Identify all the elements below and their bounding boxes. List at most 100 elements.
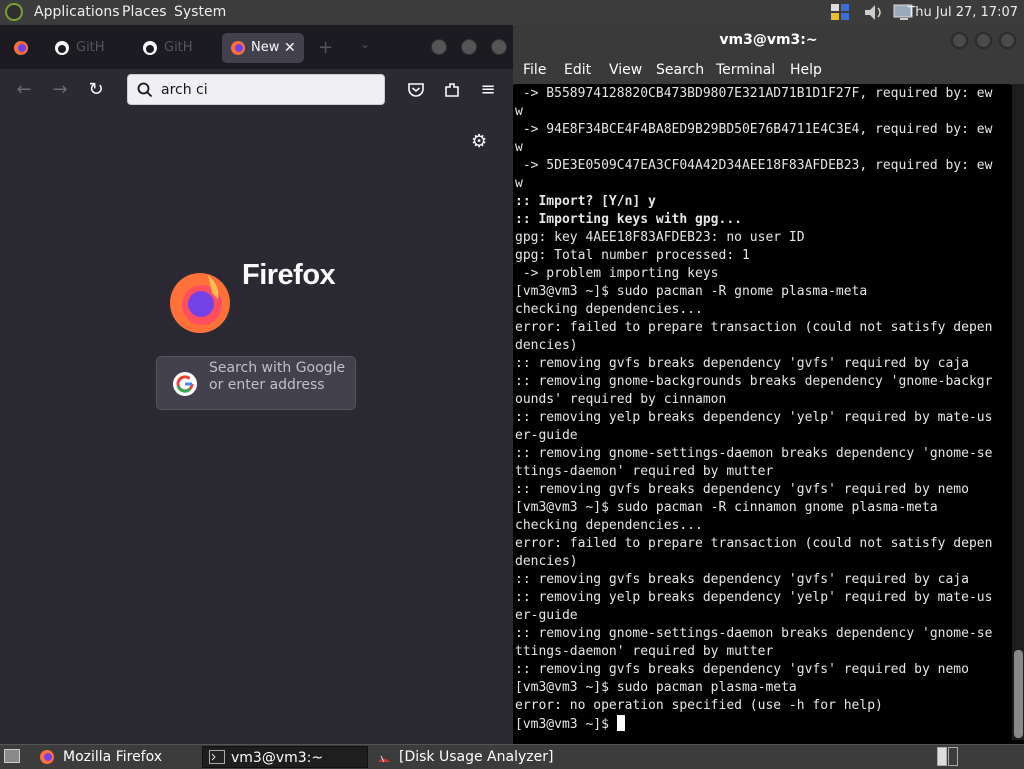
firefox-tab-bar: GitH GitH New ✕ + ⌄ (0, 25, 513, 69)
search-placeholder: Search with Google or enter address (209, 360, 346, 393)
extensions-icon[interactable] (441, 79, 463, 101)
terminal-line: dencies) (515, 338, 578, 353)
terminal-line: er-guide (515, 608, 578, 623)
terminal-line: ounds' required by cinnamon (515, 392, 727, 407)
new-tab-page: ⚙ Firefox Search with Google or enter ad… (0, 111, 513, 744)
terminal-line: :: Importing keys with gpg... (515, 212, 742, 227)
terminal-line: :: Import? [Y/n] y (515, 194, 656, 209)
show-desktop-icon[interactable] (4, 749, 20, 763)
bottom-panel: Mozilla Firefox vm3@vm3:~ [Disk Usage An… (0, 744, 1024, 769)
terminal-scrollbar[interactable] (1012, 84, 1024, 740)
reload-icon[interactable]: ↻ (85, 79, 107, 101)
terminal-titlebar[interactable]: vm3@vm3:~ (513, 25, 1024, 56)
task-label: vm3@vm3:~ (231, 750, 324, 766)
tab-label: GitH (164, 40, 193, 55)
terminal-line: error: failed to prepare transaction (co… (515, 536, 993, 551)
github-icon (143, 41, 157, 55)
terminal-line: -> 94E8F34BCE4F4BA8ED9B29BD50E76B4711E4C… (515, 122, 993, 137)
forward-icon[interactable]: → (49, 79, 71, 101)
scrollbar-thumb[interactable] (1014, 650, 1023, 738)
firefox-nav-bar: ← → ↻ arch ci ≡ (0, 69, 513, 112)
settings-gear-icon[interactable]: ⚙ (471, 131, 487, 152)
terminal-line: -> 5DE3E0509C47EA3CF04A42D34AEE18F83AFDE… (515, 158, 993, 173)
menu-terminal[interactable]: Terminal (716, 56, 775, 84)
task-label: Mozilla Firefox (63, 749, 163, 765)
terminal-line: :: removing gnome-settings-daemon breaks… (515, 446, 993, 461)
menu-help[interactable]: Help (790, 56, 822, 84)
maximize-button[interactable] (975, 32, 992, 49)
search-box[interactable]: Search with Google or enter address (156, 356, 356, 410)
workspace-1[interactable] (937, 747, 947, 766)
hamburger-menu-icon[interactable]: ≡ (477, 79, 499, 101)
maximize-button[interactable] (461, 39, 477, 55)
task-disk-usage-analyzer[interactable]: [Disk Usage Analyzer] (372, 746, 572, 768)
back-icon[interactable]: ← (13, 79, 35, 101)
tab-github-1[interactable]: GitH (46, 33, 128, 63)
terminal-line: dencies) (515, 554, 578, 569)
places-menu[interactable]: Places (122, 0, 167, 25)
tab-label: GitH (76, 40, 105, 55)
search-icon (137, 82, 153, 98)
terminal-line: -> problem importing keys (515, 266, 719, 281)
tab-label: New (251, 40, 280, 55)
terminal-line: checking dependencies... (515, 518, 703, 533)
github-icon (55, 41, 69, 55)
network-status-icon[interactable] (830, 3, 852, 22)
distro-logo-icon[interactable] (5, 3, 23, 21)
terminal-line: gpg: key 4AEE18F83AFDEB23: no user ID (515, 230, 805, 245)
url-bar[interactable]: arch ci (127, 74, 385, 105)
tab-firefox-view[interactable] (6, 33, 36, 63)
terminal-icon (209, 750, 225, 764)
minimize-button[interactable] (431, 39, 447, 55)
minimize-button[interactable] (951, 32, 968, 49)
terminal-line: [vm3@vm3 ~]$ sudo pacman -R cinnamon gno… (515, 500, 938, 515)
firefox-icon (40, 750, 54, 764)
applications-menu[interactable]: Applications (34, 0, 120, 25)
terminal-line: :: removing gvfs breaks dependency 'gvfs… (515, 482, 969, 497)
terminal-line: :: removing gvfs breaks dependency 'gvfs… (515, 662, 969, 677)
firefox-logo-icon (170, 273, 230, 333)
terminal-cursor (616, 715, 625, 731)
firefox-icon (14, 41, 28, 55)
volume-icon[interactable] (862, 3, 884, 22)
url-input[interactable]: arch ci (161, 75, 208, 105)
workspace-2[interactable] (948, 747, 958, 766)
menu-file[interactable]: File (523, 56, 546, 84)
menu-search[interactable]: Search (656, 56, 704, 84)
terminal-line: [vm3@vm3 ~]$ sudo pacman plasma-meta (515, 680, 797, 695)
terminal-line: er-guide (515, 428, 578, 443)
terminal-output[interactable]: -> B558974128820CB473BD9807E321AD71B1D1F… (515, 84, 1010, 741)
tab-github-2[interactable]: GitH (134, 33, 216, 63)
close-button[interactable] (491, 39, 507, 55)
terminal-line: checking dependencies... (515, 302, 703, 317)
disk-usage-icon (378, 755, 390, 763)
task-firefox[interactable]: Mozilla Firefox (34, 746, 194, 768)
terminal-prompt-line[interactable]: [vm3@vm3 ~]$ (515, 715, 1010, 733)
terminal-line: :: removing gnome-backgrounds breaks dep… (515, 374, 993, 389)
terminal-line: :: removing gvfs breaks dependency 'gvfs… (515, 356, 969, 371)
terminal-prompt: [vm3@vm3 ~]$ (515, 717, 617, 732)
terminal-line: :: removing gnome-settings-daemon breaks… (515, 626, 993, 641)
terminal-line: error: failed to prepare transaction (co… (515, 320, 993, 335)
tab-new-tab[interactable]: New ✕ (222, 33, 304, 63)
menu-view[interactable]: View (609, 56, 642, 84)
close-tab-icon[interactable]: ✕ (284, 33, 296, 63)
terminal-line: :: removing yelp breaks dependency 'yelp… (515, 410, 993, 425)
clock[interactable]: Thu Jul 27, 17:07 (907, 0, 1018, 25)
new-tab-icon[interactable]: + (318, 37, 333, 58)
terminal-line: w (515, 104, 523, 119)
list-tabs-icon[interactable]: ⌄ (360, 37, 370, 51)
system-menu[interactable]: System (174, 0, 226, 25)
close-button[interactable] (999, 32, 1016, 49)
terminal-line: -> B558974128820CB473BD9807E321AD71B1D1F… (515, 86, 993, 101)
task-terminal[interactable]: vm3@vm3:~ (202, 746, 368, 768)
window-title: vm3@vm3:~ (719, 32, 818, 48)
terminal-line: [vm3@vm3 ~]$ sudo pacman -R gnome plasma… (515, 284, 868, 299)
pocket-icon[interactable] (405, 79, 427, 101)
terminal-line: error: no operation specified (use -h fo… (515, 698, 883, 713)
menu-edit[interactable]: Edit (564, 56, 591, 84)
terminal-line: w (515, 140, 523, 155)
terminal-line: ttings-daemon' required by mutter (515, 644, 774, 659)
firefox-icon (231, 41, 245, 55)
terminal-line: w (515, 176, 523, 191)
